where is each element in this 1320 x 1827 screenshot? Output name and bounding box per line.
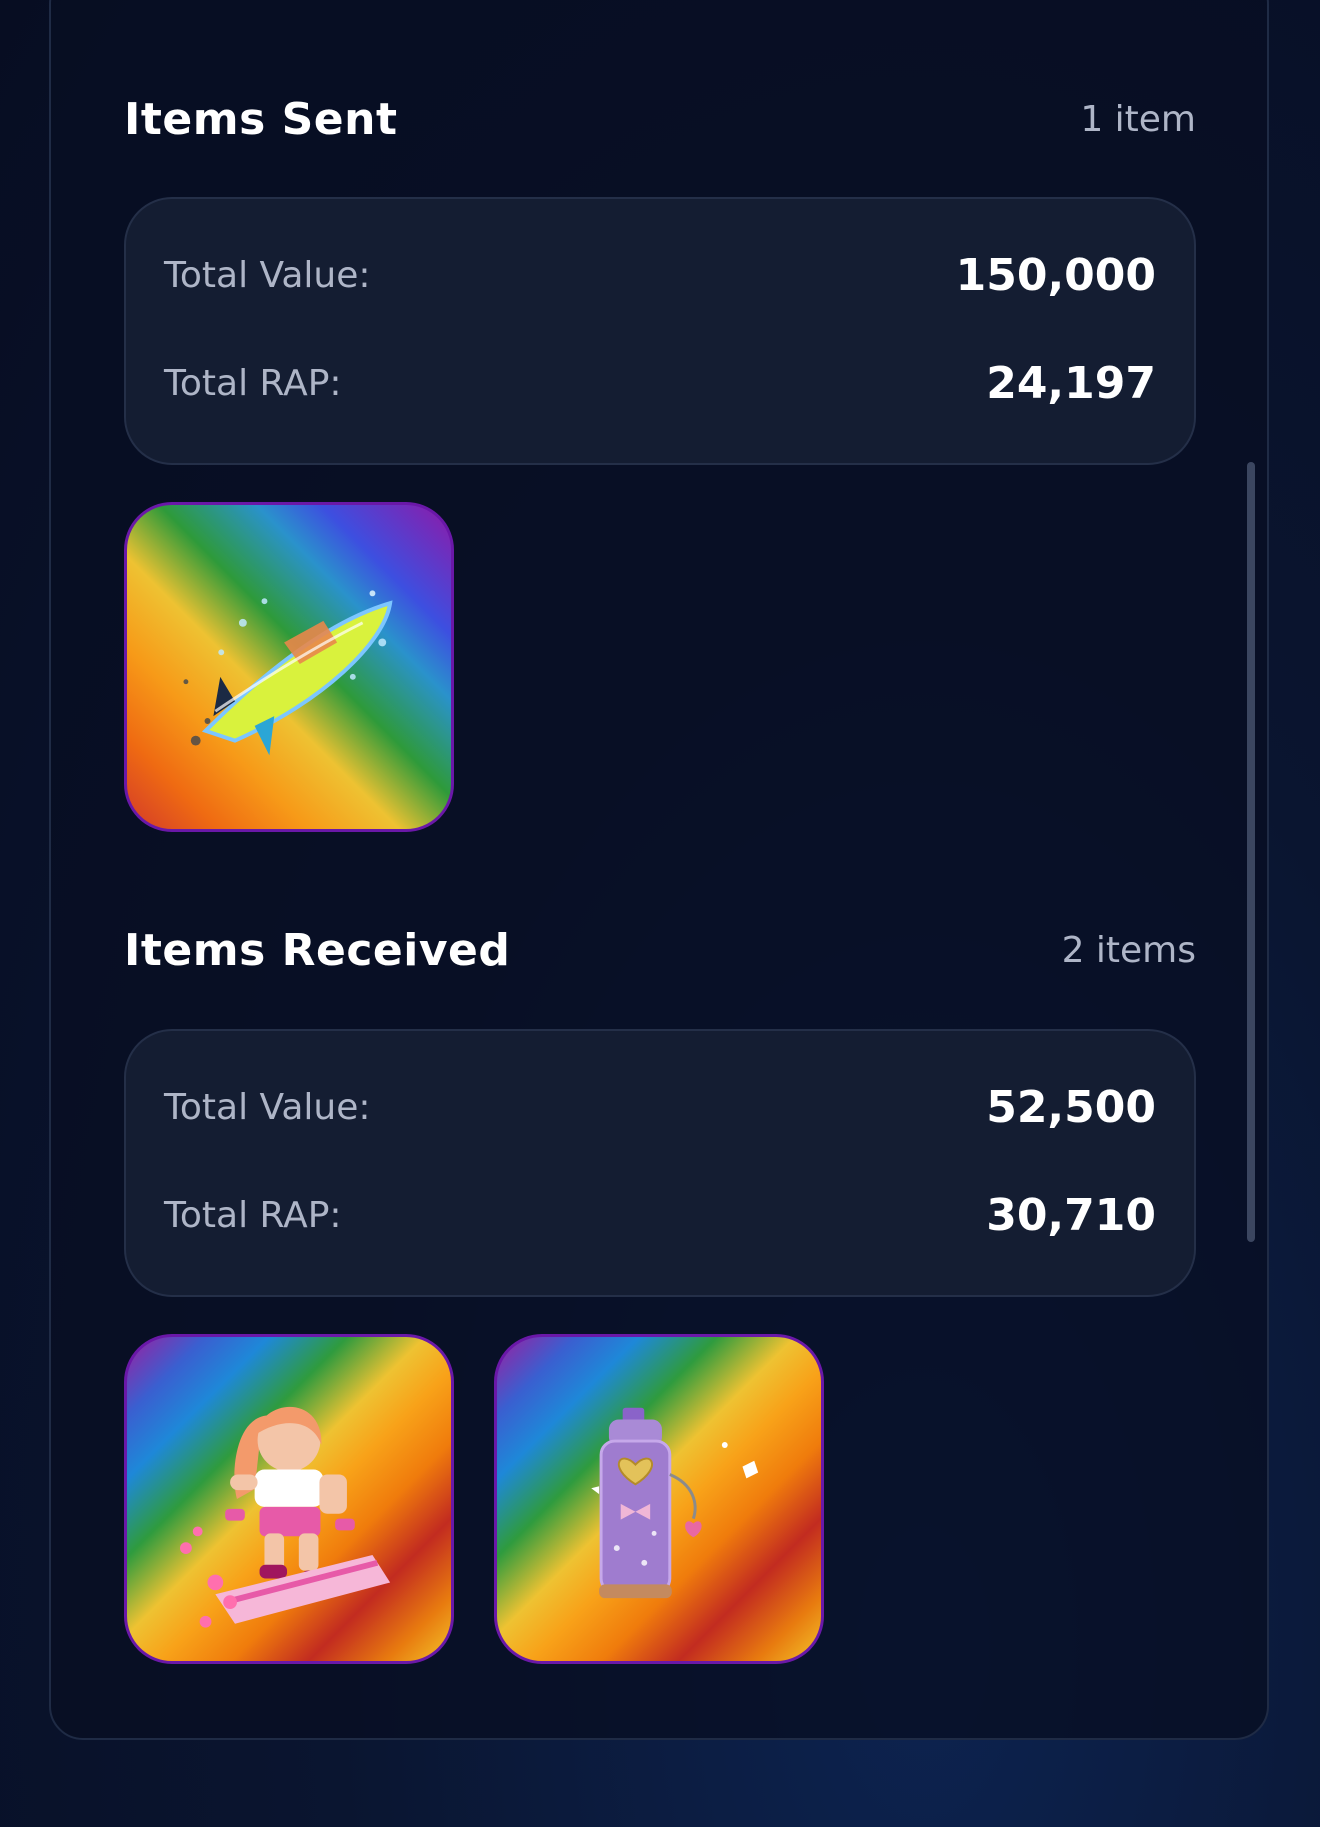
item-tile-hoverboard-girl[interactable] — [124, 1334, 454, 1664]
item-tile-surfboard[interactable] — [124, 502, 454, 832]
items-sent-header: Items Sent 1 item — [124, 88, 1196, 150]
total-rap-label: Total RAP: — [164, 1194, 342, 1236]
total-rap-row: Total RAP: 24,197 — [164, 353, 1156, 413]
surfboard-splash-icon — [183, 590, 393, 756]
total-value-label: Total Value: — [164, 1086, 371, 1128]
items-sent-count: 1 item — [1080, 98, 1196, 140]
total-rap: 24,197 — [986, 357, 1156, 409]
items-received-header: Items Received 2 items — [124, 919, 1196, 981]
total-rap: 30,710 — [986, 1189, 1156, 1241]
total-value: 150,000 — [955, 249, 1156, 301]
items-sent-summary: Total Value: 150,000 Total RAP: 24,197 — [124, 197, 1196, 465]
total-value: 52,500 — [986, 1081, 1156, 1133]
hoverboard-girl-icon — [180, 1406, 391, 1628]
total-value-row: Total Value: 150,000 — [164, 245, 1156, 305]
items-sent-title: Items Sent — [124, 93, 398, 145]
total-rap-label: Total RAP: — [164, 362, 342, 404]
total-rap-row: Total RAP: 30,710 — [164, 1185, 1156, 1245]
total-value-row: Total Value: 52,500 — [164, 1077, 1156, 1137]
items-received-summary: Total Value: 52,500 Total RAP: 30,710 — [124, 1029, 1196, 1297]
spray-can-icon — [591, 1407, 759, 1599]
item-tile-spray-can[interactable] — [494, 1334, 824, 1664]
scrollbar-thumb[interactable] — [1247, 462, 1255, 1242]
total-value-label: Total Value: — [164, 254, 371, 296]
items-received-count: 2 items — [1061, 929, 1196, 971]
items-received-title: Items Received — [124, 924, 511, 976]
scrollbar[interactable] — [1247, 462, 1255, 1242]
